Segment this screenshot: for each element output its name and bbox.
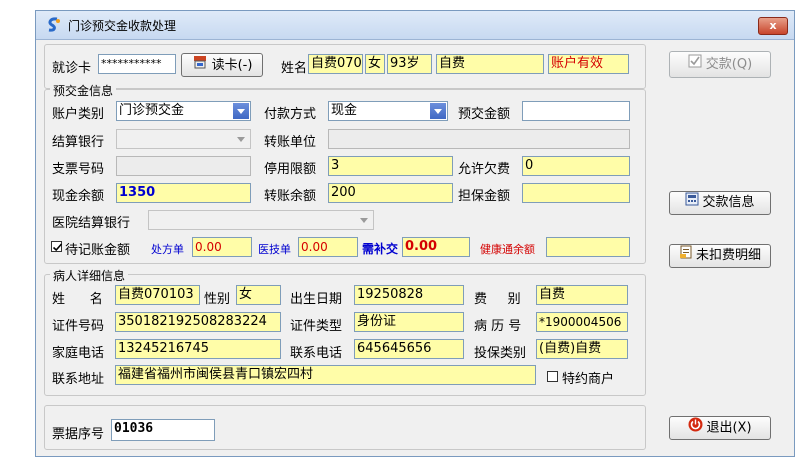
card-name-field[interactable]: 自费070: (308, 54, 363, 74)
guarantee-field[interactable] (522, 183, 630, 203)
checkmark-icon (688, 52, 702, 77)
contact-phone-field[interactable]: 645645656 (354, 339, 464, 359)
card-fee-type-field[interactable]: 自费 (436, 54, 544, 74)
patient-gender-field[interactable]: 女 (236, 285, 281, 305)
stop-limit-label: 停用限额 (264, 162, 317, 177)
chevron-down-icon (430, 103, 446, 119)
card-name-label: 姓名 (281, 61, 308, 76)
supplement-label: 需补交 (362, 242, 399, 256)
transfer-unit-label: 转账单位 (264, 135, 317, 150)
read-card-label: 读卡(-) (211, 58, 253, 73)
record-label: 病 历 号 (474, 319, 522, 334)
receipt-label: 票据序号 (52, 427, 105, 442)
transfer-balance-field[interactable]: 200 (328, 183, 453, 203)
account-type-select[interactable]: 门诊预交金 (116, 101, 251, 121)
close-button[interactable]: x (758, 17, 788, 35)
health-balance-field[interactable] (546, 237, 630, 257)
contact-phone-label: 联系电话 (290, 346, 343, 361)
bank-select[interactable] (116, 129, 251, 149)
main-window: 门诊预交金收款处理 x 就诊卡 *********** 读卡(-) 姓名 自费0… (35, 10, 795, 457)
birth-field[interactable]: 19250828 (354, 285, 464, 305)
id-number-label: 证件号码 (52, 319, 105, 334)
cheque-label: 支票号码 (52, 162, 105, 177)
card-reader-icon (192, 54, 208, 77)
pay-button[interactable]: 交款(Q) (669, 51, 771, 78)
card-age-field[interactable]: 93岁 (387, 54, 432, 74)
fee-field[interactable]: 自费 (536, 285, 628, 305)
receipt-number-field[interactable]: 01036 (111, 419, 215, 441)
id-type-field[interactable]: 身份证 (354, 312, 464, 332)
address-label: 联系地址 (52, 372, 105, 387)
title-bar: 门诊预交金收款处理 x (36, 11, 794, 40)
rx-label: 处方单 (151, 243, 184, 256)
pay-method-value: 现金 (331, 103, 358, 118)
patient-name-field[interactable]: 自费070103 (115, 285, 200, 305)
card-label: 就诊卡 (52, 61, 92, 76)
pending-label: 待记账金额 (65, 243, 131, 258)
cheque-field[interactable] (116, 156, 251, 176)
card-gender-field[interactable]: 女 (365, 54, 385, 74)
unpaid-detail-button[interactable]: 未扣费明细 (669, 244, 771, 268)
stop-limit-field[interactable]: 3 (328, 156, 453, 176)
pay-method-label: 付款方式 (264, 107, 317, 122)
chevron-down-icon (233, 131, 249, 147)
bank-label: 结算银行 (52, 135, 105, 150)
transfer-balance-label: 转账余额 (264, 189, 317, 204)
account-status-field[interactable]: 账户有效 (548, 54, 629, 74)
guarantee-label: 担保金额 (458, 189, 511, 204)
record-field[interactable]: *1900004506 (536, 312, 628, 332)
special-merchant-label: 特约商户 (562, 372, 615, 387)
tech-label: 医技单 (258, 243, 291, 256)
insurance-label: 投保类别 (474, 346, 527, 361)
read-card-button[interactable]: 读卡(-) (181, 53, 263, 77)
pay-info-button[interactable]: 交款信息 (669, 191, 771, 215)
home-phone-field[interactable]: 13245216745 (115, 339, 281, 359)
unpaid-detail-label: 未扣费明细 (695, 248, 761, 263)
tech-value-field[interactable]: 0.00 (298, 237, 358, 257)
pending-checkbox[interactable] (51, 241, 63, 252)
address-field[interactable]: 福建省福州市闽侯县青口镇宏四村 (115, 365, 536, 385)
supplement-value-field[interactable]: 0.00 (402, 237, 470, 257)
allow-owe-field[interactable]: 0 (522, 156, 630, 176)
calculator-icon (685, 192, 699, 213)
exit-button[interactable]: 退出(X) (669, 416, 771, 440)
cash-balance-label: 现金余额 (52, 189, 105, 204)
patient-name-label: 姓 名 (52, 292, 103, 307)
document-icon (679, 245, 693, 266)
account-type-label: 账户类别 (52, 107, 105, 122)
pay-info-label: 交款信息 (702, 195, 755, 210)
app-logo-icon (46, 17, 62, 33)
birth-label: 出生日期 (290, 292, 343, 307)
id-type-label: 证件类型 (290, 319, 343, 334)
chevron-down-icon (356, 212, 372, 228)
insurance-field[interactable]: (自费)自费 (536, 339, 628, 359)
hospital-bank-label: 医院结算银行 (52, 216, 131, 231)
hospital-bank-select[interactable] (148, 210, 374, 230)
pay-method-select[interactable]: 现金 (328, 101, 448, 121)
special-merchant-checkbox[interactable] (547, 371, 558, 382)
prepay-group-title: 预交金信息 (50, 82, 117, 99)
prepay-amount-label: 预交金额 (458, 107, 511, 122)
window-title: 门诊预交金收款处理 (68, 19, 177, 33)
account-type-value: 门诊预交金 (119, 103, 185, 118)
checkmark-icon (52, 243, 63, 252)
rx-value-field[interactable]: 0.00 (192, 237, 252, 257)
prepay-amount-input[interactable] (522, 101, 630, 121)
home-phone-label: 家庭电话 (52, 346, 105, 361)
allow-owe-label: 允许欠费 (458, 162, 511, 177)
transfer-unit-field[interactable] (328, 129, 630, 149)
patient-gender-label: 性别 (204, 292, 231, 307)
cash-balance-field[interactable]: 1350 (116, 183, 251, 203)
patient-group-title: 病人详细信息 (50, 267, 129, 284)
health-balance-label: 健康通余额 (480, 243, 535, 256)
fee-label: 费 别 (474, 292, 521, 307)
chevron-down-icon (233, 103, 249, 119)
power-icon (688, 417, 703, 439)
pay-button-label: 交款(Q) (705, 57, 753, 72)
exit-button-label: 退出(X) (706, 420, 752, 436)
card-number-field[interactable]: *********** (98, 54, 176, 74)
id-number-field[interactable]: 350182192508283224 (115, 312, 281, 332)
